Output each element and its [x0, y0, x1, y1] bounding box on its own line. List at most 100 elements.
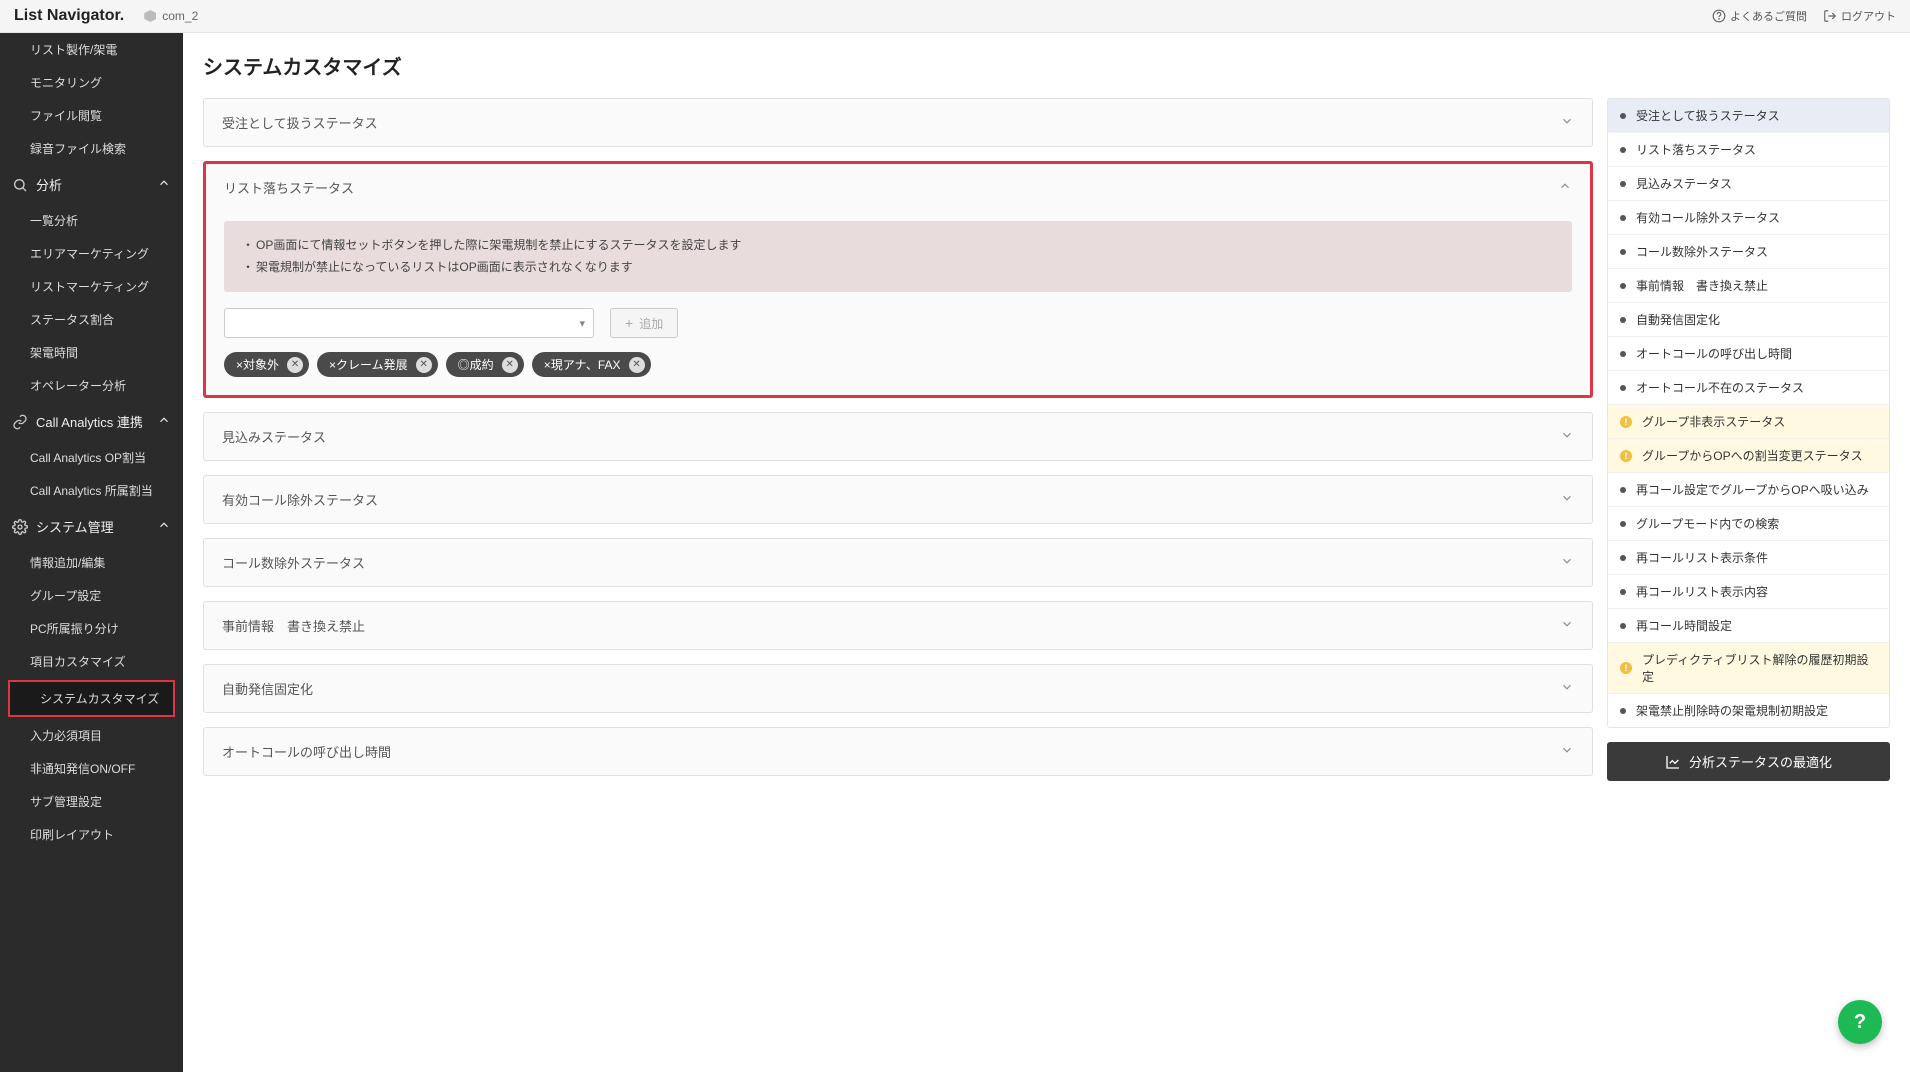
- right-nav-item[interactable]: 再コールリスト表示内容: [1608, 575, 1889, 609]
- right-nav-label: 有効コール除外ステータス: [1636, 209, 1780, 226]
- app-logo: List Navigator.: [14, 7, 124, 25]
- chart-icon: [1665, 754, 1681, 770]
- bullet-icon: [1620, 147, 1626, 153]
- bullet-icon: [1620, 487, 1626, 493]
- settings-panel: オートコールの呼び出し時間: [203, 727, 1593, 776]
- sidebar-item[interactable]: モニタリング: [0, 66, 183, 99]
- right-nav-item[interactable]: 再コール時間設定: [1608, 609, 1889, 643]
- sidebar-section-header[interactable]: 分析: [0, 165, 183, 204]
- sidebar-item[interactable]: グループ設定: [0, 579, 183, 612]
- chip-remove-icon[interactable]: [416, 357, 432, 373]
- sidebar-item[interactable]: リスト製作/架電: [0, 33, 183, 66]
- right-nav-item[interactable]: 受注として扱うステータス: [1608, 99, 1889, 133]
- right-nav-item[interactable]: グループからOPへの割当変更ステータス: [1608, 439, 1889, 473]
- chip-remove-icon[interactable]: [629, 357, 645, 373]
- sidebar-item[interactable]: オペレーター分析: [0, 369, 183, 402]
- sidebar-item[interactable]: エリアマーケティング: [0, 237, 183, 270]
- optimize-button[interactable]: 分析ステータスの最適化: [1607, 742, 1890, 781]
- panel-header[interactable]: 見込みステータス: [204, 413, 1592, 460]
- right-nav-item[interactable]: 再コールリスト表示条件: [1608, 541, 1889, 575]
- chevron-up-icon: [157, 518, 171, 535]
- right-nav-item[interactable]: グループ非表示ステータス: [1608, 405, 1889, 439]
- chip-remove-icon[interactable]: [287, 357, 303, 373]
- right-nav-item[interactable]: オートコールの呼び出し時間: [1608, 337, 1889, 371]
- bullet-icon: [1620, 215, 1626, 221]
- panel-header[interactable]: コール数除外ステータス: [204, 539, 1592, 586]
- panel-title: コール数除外ステータス: [222, 553, 365, 572]
- right-nav-item[interactable]: 事前情報 書き換え禁止: [1608, 269, 1889, 303]
- sidebar-item-active[interactable]: システムカスタマイズ: [10, 682, 173, 715]
- chip-label: ◎成約: [458, 356, 494, 373]
- right-nav-item[interactable]: リスト落ちステータス: [1608, 133, 1889, 167]
- panels-column: 受注として扱うステータスリスト落ちステータス OP画面にて情報セットボタンを押した…: [203, 98, 1593, 790]
- panel-header[interactable]: 自動発信固定化: [204, 665, 1592, 712]
- sidebar-item[interactable]: Call Analytics OP割当: [0, 441, 183, 474]
- right-nav-label: グループ非表示ステータス: [1642, 413, 1785, 430]
- panel-title: 自動発信固定化: [222, 679, 313, 698]
- status-select[interactable]: [224, 308, 594, 338]
- sidebar-item[interactable]: 非通知発信ON/OFF: [0, 752, 183, 785]
- sidebar-item[interactable]: リストマーケティング: [0, 270, 183, 303]
- panel-header[interactable]: 受注として扱うステータス: [204, 99, 1592, 146]
- sidebar-item[interactable]: 印刷レイアウト: [0, 818, 183, 851]
- sidebar-item[interactable]: 架電時間: [0, 336, 183, 369]
- panel-header[interactable]: 事前情報 書き換え禁止: [204, 602, 1592, 649]
- settings-panel: 見込みステータス: [203, 412, 1593, 461]
- search-icon: [12, 177, 28, 193]
- warning-icon: [1620, 662, 1632, 674]
- right-nav-item[interactable]: コール数除外ステータス: [1608, 235, 1889, 269]
- right-nav-item[interactable]: 再コール設定でグループからOPへ吸い込み: [1608, 473, 1889, 507]
- right-nav-label: 再コール設定でグループからOPへ吸い込み: [1636, 481, 1869, 498]
- bullet-icon: [1620, 249, 1626, 255]
- right-nav-label: グループモード内での検索: [1636, 515, 1779, 532]
- sidebar-item[interactable]: 入力必須項目: [0, 719, 183, 752]
- sidebar: リスト製作/架電モニタリングファイル閲覧録音ファイル検索分析一覧分析エリアマーケ…: [0, 33, 183, 1072]
- sidebar-section-label: 分析: [36, 175, 62, 194]
- chip-remove-icon[interactable]: [502, 357, 518, 373]
- panel-title: 受注として扱うステータス: [222, 113, 378, 132]
- sidebar-item[interactable]: サブ管理設定: [0, 785, 183, 818]
- right-nav-item[interactable]: 自動発信固定化: [1608, 303, 1889, 337]
- faq-link[interactable]: よくあるご質問: [1712, 8, 1807, 24]
- sidebar-item[interactable]: 情報追加/編集: [0, 546, 183, 579]
- help-fab[interactable]: [1838, 1000, 1882, 1044]
- right-nav-item[interactable]: 有効コール除外ステータス: [1608, 201, 1889, 235]
- sidebar-section-header[interactable]: Call Analytics 連携: [0, 402, 183, 441]
- sidebar-item[interactable]: 項目カスタマイズ: [0, 645, 183, 678]
- logout-label: ログアウト: [1841, 8, 1896, 24]
- chip-label: ×クレーム発展: [329, 356, 408, 373]
- settings-panel: リスト落ちステータス OP画面にて情報セットボタンを押した際に架電規制を禁止にする…: [203, 161, 1593, 398]
- chevron-down-icon: [1560, 554, 1574, 571]
- sidebar-item-highlight: システムカスタマイズ: [8, 680, 175, 717]
- right-nav-item[interactable]: プレディクティブリスト解除の履歴初期設定: [1608, 643, 1889, 694]
- panel-title: 有効コール除外ステータス: [222, 490, 378, 509]
- panel-header[interactable]: リスト落ちステータス: [206, 164, 1590, 211]
- sidebar-item[interactable]: 録音ファイル検索: [0, 132, 183, 165]
- panel-header[interactable]: オートコールの呼び出し時間: [204, 728, 1592, 775]
- company-selector[interactable]: com_2: [144, 9, 198, 23]
- right-nav-label: オートコール不在のステータス: [1636, 379, 1804, 396]
- sidebar-item[interactable]: 一覧分析: [0, 204, 183, 237]
- chip-label: ×対象外: [236, 356, 279, 373]
- help-icon: [1712, 9, 1726, 23]
- add-button[interactable]: 追加: [610, 308, 678, 338]
- info-line: OP画面にて情報セットボタンを押した際に架電規制を禁止にするステータスを設定しま…: [242, 235, 1554, 257]
- right-nav-item[interactable]: オートコール不在のステータス: [1608, 371, 1889, 405]
- sidebar-item[interactable]: ステータス割合: [0, 303, 183, 336]
- logout-icon: [1823, 9, 1837, 23]
- right-nav-item[interactable]: グループモード内での検索: [1608, 507, 1889, 541]
- right-nav-item[interactable]: 見込みステータス: [1608, 167, 1889, 201]
- right-nav-label: 事前情報 書き換え禁止: [1636, 277, 1768, 294]
- panel-header[interactable]: 有効コール除外ステータス: [204, 476, 1592, 523]
- sidebar-item[interactable]: PC所属振り分け: [0, 612, 183, 645]
- status-chip: ×対象外: [224, 352, 309, 377]
- right-nav-item[interactable]: 架電禁止削除時の架電規制初期設定: [1608, 694, 1889, 727]
- sidebar-section-header[interactable]: システム管理: [0, 507, 183, 546]
- right-nav: 受注として扱うステータスリスト落ちステータス見込みステータス有効コール除外ステー…: [1607, 98, 1890, 781]
- status-chip: ◎成約: [446, 352, 524, 377]
- sidebar-item[interactable]: ファイル閲覧: [0, 99, 183, 132]
- sidebar-item[interactable]: Call Analytics 所属割当: [0, 474, 183, 507]
- page-title: システムカスタマイズ: [203, 51, 1890, 80]
- bullet-icon: [1620, 708, 1626, 714]
- logout-link[interactable]: ログアウト: [1823, 8, 1896, 24]
